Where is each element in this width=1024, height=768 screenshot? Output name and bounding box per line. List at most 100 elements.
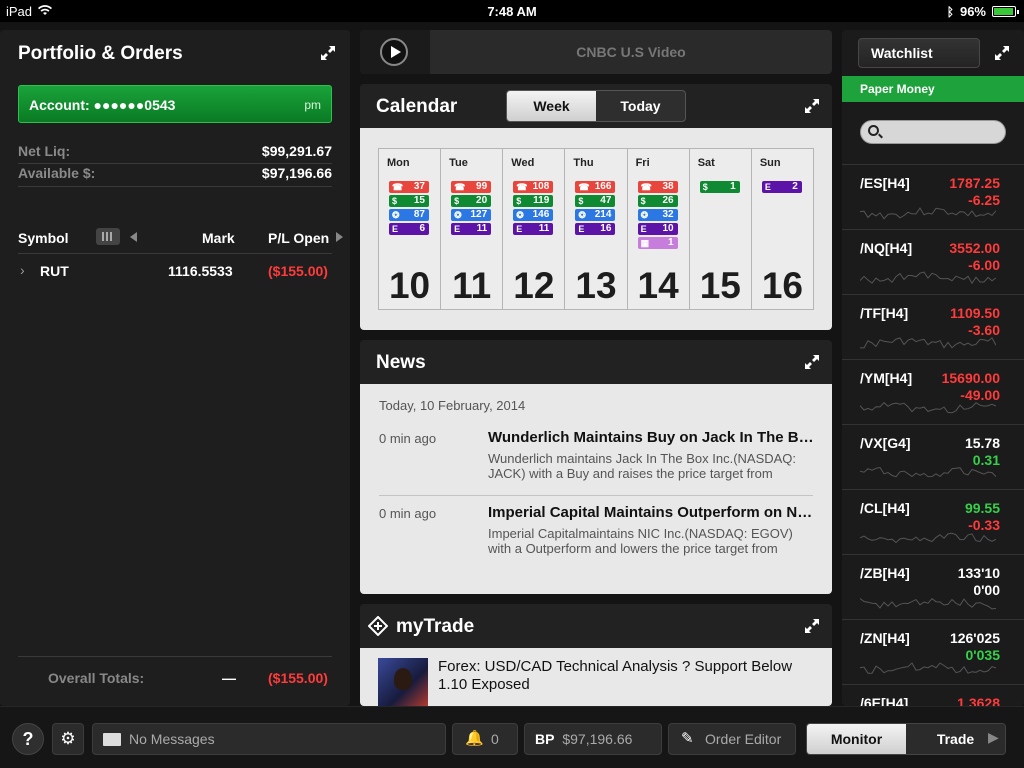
watchlist-price: 133'10 — [957, 565, 1000, 581]
column-symbol[interactable]: Symbol — [18, 230, 69, 246]
badge-count: 214 — [594, 209, 612, 220]
calendar-day[interactable]: Wed ☎ 108 $119 ❂ 146 E 11 12 — [503, 149, 566, 309]
portfolio-panel: Portfolio & Orders — [0, 30, 350, 706]
mytrade-headline: Forex: USD/CAD Technical Analysis ? Supp… — [438, 658, 793, 693]
messages-button[interactable]: No Messages — [92, 723, 446, 755]
table-row[interactable]: › RUT 1116.5533 ($155.00) — [18, 262, 332, 284]
alerts-button[interactable]: 🔔 0 — [452, 723, 518, 755]
earnings-event-badge[interactable]: E 16 — [575, 223, 616, 235]
info-event-badge[interactable]: ❂ 127 — [451, 209, 492, 221]
order-editor-button[interactable]: ✎ Order Editor — [668, 723, 796, 755]
net-liq-label: Net Liq: — [18, 143, 71, 159]
dollar-event-badge[interactable]: $47 — [575, 195, 616, 207]
buying-power-button[interactable]: BP $97,196.66 — [524, 723, 662, 755]
badge-count: 11 — [538, 223, 550, 234]
settings-button[interactable]: ⚙ — [52, 723, 84, 755]
chevron-right-icon[interactable]: ▶ — [988, 729, 999, 746]
watchlist-selector[interactable]: Watchlist — [858, 38, 980, 68]
watchlist-price: 99.55 — [964, 500, 1000, 516]
watchlist-symbol: /ZB[H4] — [860, 565, 910, 581]
phone-icon: ☎ — [516, 182, 528, 192]
account-session-badge: pm — [304, 98, 321, 112]
day-name: Mon — [387, 157, 410, 169]
scroll-right-icon[interactable] — [336, 232, 343, 242]
calendar-day[interactable]: Sat $1 15 — [690, 149, 752, 309]
earnings-event-badge[interactable]: E2 — [761, 181, 802, 193]
earnings-icon: E — [578, 224, 585, 234]
news-summary: Imperial Capitalmaintains NIC Inc.(NASDA… — [488, 526, 793, 556]
watchlist-row[interactable]: /TF[H4] 1109.50 -3.60 — [842, 294, 1024, 359]
watchlist-symbol: /YM[H4] — [860, 370, 913, 386]
calendar-day[interactable]: Tue ☎ 99 $20 ❂ 127 E 11 11 — [441, 149, 504, 309]
day-name: Thu — [573, 157, 594, 169]
info-event-badge[interactable]: ❂ 146 — [513, 209, 554, 221]
info-event-badge[interactable]: ❂ 87 — [389, 209, 429, 221]
phone-event-badge[interactable]: ☎ 166 — [575, 181, 616, 193]
dollar-event-badge[interactable]: $20 — [451, 195, 492, 207]
news-time: 0 min ago — [379, 431, 437, 446]
watchlist-symbol: /ZN[H4] — [860, 630, 910, 646]
scroll-left-icon[interactable] — [130, 232, 137, 242]
status-bar: iPad 7:48 AM ᛒ 96% — [0, 0, 1024, 22]
day-name: Sun — [759, 157, 781, 169]
columns-icon[interactable] — [96, 228, 120, 245]
tab-today[interactable]: Today — [596, 91, 685, 121]
expand-icon[interactable] — [994, 45, 1010, 61]
watchlist-row[interactable]: /CL[H4] 99.55 -0.33 — [842, 489, 1024, 554]
badge-count: 146 — [532, 209, 550, 220]
phone-icon: ☎ — [640, 182, 652, 192]
badge-count: 108 — [532, 181, 550, 192]
info-event-badge[interactable]: ❂ 214 — [575, 209, 616, 221]
tab-monitor[interactable]: Monitor — [807, 724, 906, 754]
info-icon: ❂ — [516, 210, 524, 220]
dollar-event-badge[interactable]: $1 — [699, 181, 740, 193]
bluetooth-icon: ᛒ — [946, 4, 954, 19]
expand-icon[interactable] — [320, 45, 336, 61]
watchlist-row[interactable]: /NQ[H4] 3552.00 -6.00 — [842, 229, 1024, 294]
phone-event-badge[interactable]: ☎ 37 — [389, 181, 429, 193]
column-mark[interactable]: Mark — [202, 230, 235, 246]
dollar-event-badge[interactable]: $119 — [513, 195, 554, 207]
earnings-event-badge[interactable]: E 10 — [637, 223, 678, 235]
badge-count: 166 — [594, 181, 612, 192]
account-selector[interactable]: Account: ●●●●●●0543 pm — [18, 85, 332, 123]
battery-icon — [992, 6, 1019, 17]
earnings-event-badge[interactable]: E 11 — [513, 223, 554, 235]
expand-icon[interactable] — [804, 354, 820, 370]
watchlist-row[interactable]: /ZN[H4] 126'025 0'035 — [842, 619, 1024, 684]
mytrade-title: myTrade — [396, 616, 475, 637]
earnings-event-badge[interactable]: E6 — [389, 223, 429, 235]
phone-event-badge[interactable]: ☎ 108 — [513, 181, 554, 193]
phone-event-badge[interactable]: ☎ 99 — [451, 181, 492, 193]
dollar-event-badge[interactable]: $15 — [389, 195, 429, 207]
expand-icon[interactable] — [804, 98, 820, 114]
play-button[interactable] — [360, 30, 430, 74]
watchlist-row[interactable]: /ZB[H4] 133'10 0'00 — [842, 554, 1024, 619]
phone-event-badge[interactable]: ☎ 38 — [637, 181, 678, 193]
watchlist-row[interactable]: /YM[H4] 15690.00 -49.00 — [842, 359, 1024, 424]
watchlist-row[interactable]: /6E[H4] 1.3628 — [842, 684, 1024, 706]
bottom-bar: ? ⚙ No Messages 🔔 0 BP $97,196.66 ✎ Orde… — [0, 706, 1024, 768]
divider — [18, 163, 332, 164]
expand-icon[interactable] — [804, 618, 820, 634]
help-button[interactable]: ? — [12, 723, 44, 755]
watchlist-row[interactable]: /ES[H4] 1787.25 -6.25 — [842, 164, 1024, 229]
badge-count: 10 — [662, 223, 674, 234]
chart-event-badge[interactable]: ▦ 1 — [637, 237, 678, 249]
mytrade-item[interactable]: Forex: USD/CAD Technical Analysis ? Supp… — [360, 648, 832, 706]
calendar-panel: Calendar Week Today Mon ☎ 37 $15 ❂ 87 E 6 10 Tue ☎… — [360, 84, 832, 330]
calendar-day[interactable]: Thu ☎ 166 $47 ❂ 214 E 16 13 — [565, 149, 628, 309]
column-pl-open[interactable]: P/L Open — [268, 230, 329, 246]
calendar-title: Calendar — [376, 96, 458, 117]
info-event-badge[interactable]: ❂ 32 — [637, 209, 678, 221]
news-time: 0 min ago — [379, 506, 437, 521]
tab-week[interactable]: Week — [507, 91, 596, 121]
watchlist-search-input[interactable] — [860, 120, 1006, 144]
dollar-event-badge[interactable]: $26 — [637, 195, 678, 207]
calendar-day[interactable]: Mon ☎ 37 $15 ❂ 87 E 6 10 — [379, 149, 442, 309]
badge-count: 1 — [730, 181, 736, 192]
calendar-day[interactable]: Sun E 2 16 — [752, 149, 813, 309]
earnings-event-badge[interactable]: E 11 — [451, 223, 492, 235]
calendar-day[interactable]: Fri ☎ 38 $26 ❂ 32 E 10 ▦ 1 14 — [628, 149, 690, 309]
watchlist-row[interactable]: /VX[G4] 15.78 0.31 — [842, 424, 1024, 489]
